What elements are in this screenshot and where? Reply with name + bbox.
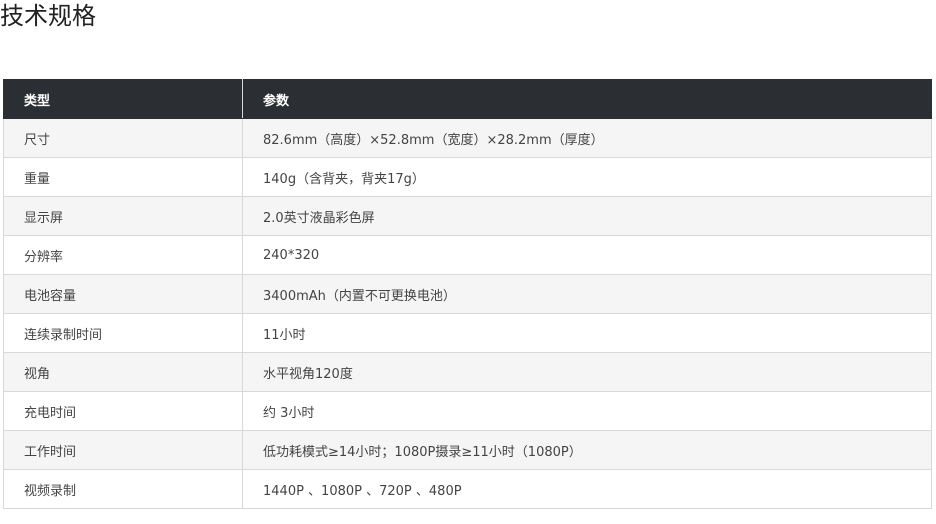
row-value-cell: 3400mAh（内置不可更换电池） — [242, 274, 932, 314]
spec-table: 类型 参数 尺寸 82.6mm（高度）×52.8mm（宽度）×28.2mm（厚度… — [3, 79, 932, 509]
table-row: 充电时间 约 3小时 — [3, 391, 932, 431]
column-header-type: 类型 — [3, 79, 243, 119]
row-type-cell: 尺寸 — [3, 118, 243, 158]
table-row: 尺寸 82.6mm（高度）×52.8mm（宽度）×28.2mm（厚度） — [3, 118, 932, 158]
row-value-cell: 低功耗模式≥14小时；1080P摄录≥11小时（1080P） — [242, 430, 932, 470]
table-header-row: 类型 参数 — [3, 79, 932, 119]
row-value-cell: 11小时 — [242, 313, 932, 353]
row-value-cell: 82.6mm（高度）×52.8mm（宽度）×28.2mm（厚度） — [242, 118, 932, 158]
page-title: 技术规格 — [0, 2, 96, 30]
row-value-cell: 240*320 — [242, 235, 932, 275]
table-row: 连续录制时间 11小时 — [3, 313, 932, 353]
row-type-cell: 分辨率 — [3, 235, 243, 275]
row-value-cell: 约 3小时 — [242, 391, 932, 431]
row-type-cell: 视频录制 — [3, 469, 243, 509]
table-row: 工作时间 低功耗模式≥14小时；1080P摄录≥11小时（1080P） — [3, 430, 932, 470]
row-value-cell: 2.0英寸液晶彩色屏 — [242, 196, 932, 236]
table-row: 重量 140g（含背夹，背夹17g） — [3, 157, 932, 197]
row-value-cell: 水平视角120度 — [242, 352, 932, 392]
table-row: 分辨率 240*320 — [3, 235, 932, 275]
row-type-cell: 工作时间 — [3, 430, 243, 470]
row-value-cell: 140g（含背夹，背夹17g） — [242, 157, 932, 197]
table-row: 电池容量 3400mAh（内置不可更换电池） — [3, 274, 932, 314]
row-value-cell: 1440P 、1080P 、720P 、480P — [242, 469, 932, 509]
row-type-cell: 电池容量 — [3, 274, 243, 314]
table-body: 尺寸 82.6mm（高度）×52.8mm（宽度）×28.2mm（厚度） 重量 1… — [3, 118, 932, 509]
column-header-parameter: 参数 — [242, 79, 932, 119]
row-type-cell: 视角 — [3, 352, 243, 392]
row-type-cell: 充电时间 — [3, 391, 243, 431]
row-type-cell: 连续录制时间 — [3, 313, 243, 353]
row-type-cell: 显示屏 — [3, 196, 243, 236]
table-row: 视角 水平视角120度 — [3, 352, 932, 392]
table-row: 视频录制 1440P 、1080P 、720P 、480P — [3, 469, 932, 509]
table-row: 显示屏 2.0英寸液晶彩色屏 — [3, 196, 932, 236]
table-header: 类型 参数 — [3, 79, 932, 119]
row-type-cell: 重量 — [3, 157, 243, 197]
